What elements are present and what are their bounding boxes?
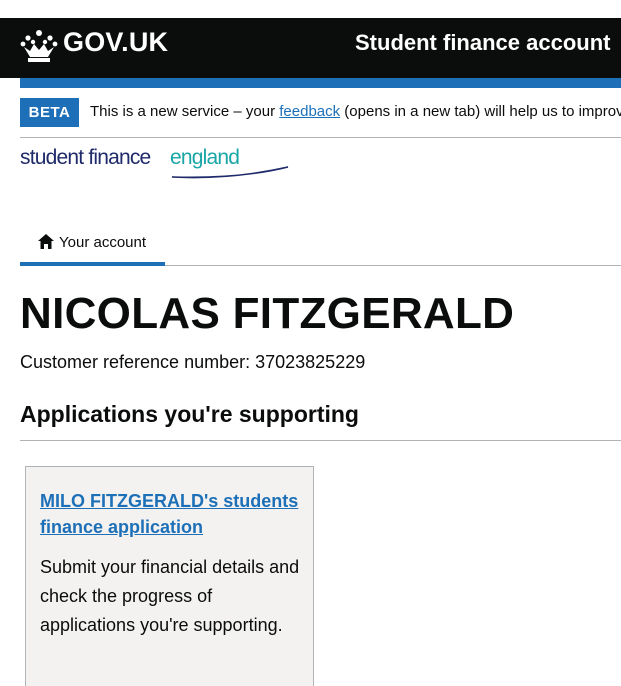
phase-banner: BETA This is a new service – your feedba… <box>20 98 621 138</box>
student-finance-england-logo[interactable]: student finance england <box>20 146 289 180</box>
service-name[interactable]: Student finance account <box>355 30 610 56</box>
phase-message: This is a new service – your feedback (o… <box>90 103 621 120</box>
feedback-link[interactable]: feedback <box>279 103 340 120</box>
brand-text-student-finance: student finance <box>20 146 151 169</box>
govuk-logo-text[interactable]: GOV.UK <box>63 27 168 58</box>
application-card-link[interactable]: MILO FITZGERALD's students finance appli… <box>40 488 310 540</box>
govuk-header: GOV.UK Student finance account <box>0 18 621 78</box>
tab-label: Your account <box>59 234 147 251</box>
application-card-description: Submit your financial details and check … <box>40 557 300 635</box>
home-icon <box>38 234 54 249</box>
phase-message-after: (opens in a new tab) will help us to imp… <box>340 103 621 120</box>
brand-swoosh-icon <box>171 166 289 179</box>
header-blue-bar <box>20 78 621 88</box>
account-navigation: Your account <box>20 225 621 266</box>
application-card: MILO FITZGERALD's students finance appli… <box>25 466 314 686</box>
account-holder-name: NICOLAS FITZGERALD <box>20 289 515 338</box>
tab-your-account[interactable]: Your account <box>20 225 165 266</box>
customer-reference-number: 37023825229 <box>255 352 366 372</box>
applications-supporting-heading: Applications you're supporting <box>20 401 359 427</box>
section-divider <box>20 440 621 441</box>
customer-reference: Customer reference number: 37023825229 <box>20 352 365 373</box>
phase-message-before: This is a new service – your <box>90 103 280 120</box>
beta-tag: BETA <box>20 98 79 127</box>
crown-icon[interactable] <box>20 29 58 63</box>
customer-reference-label: Customer reference number: <box>20 352 256 372</box>
